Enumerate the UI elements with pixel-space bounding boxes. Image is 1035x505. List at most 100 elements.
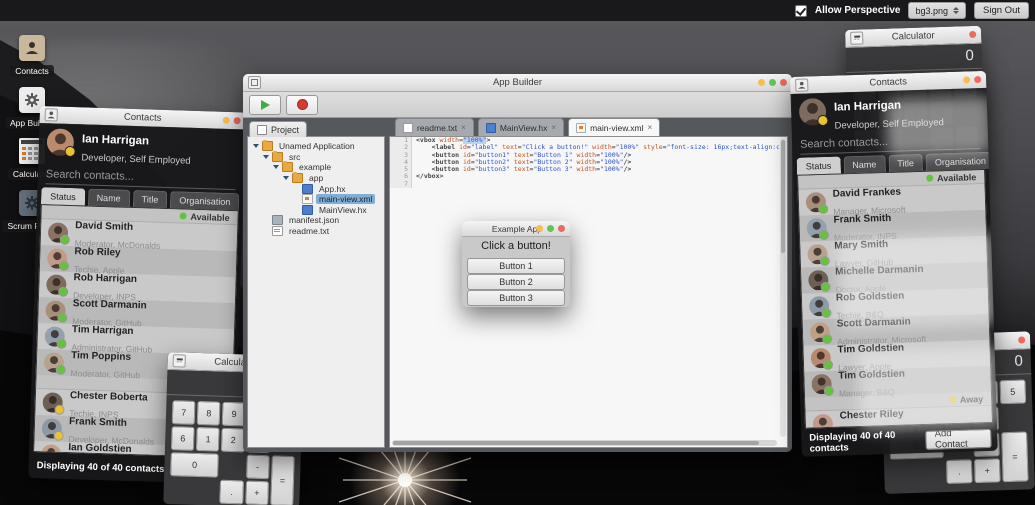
minimize-light-icon[interactable] [963,76,971,84]
tree-item-readme-txt[interactable]: readme.txt [248,226,384,237]
key-5[interactable]: 5 [999,379,1027,405]
key-7[interactable]: 7 [171,400,196,425]
key-dot[interactable]: . [945,459,973,484]
background-select[interactable]: bg3.png [908,2,967,19]
contacts-list[interactable]: Available David Frankes Manager, Microsoft… [797,168,993,429]
key-plus[interactable]: + [973,458,1001,484]
line-number: 6 [390,173,412,181]
contacts-window-right[interactable]: Contacts Ian Harrigan Developer, Self Em… [790,70,998,457]
tab-organisation[interactable]: Organisation [170,191,240,211]
stop-button[interactable] [286,94,318,115]
contact-status-dot [57,312,68,323]
allow-perspective-checkbox[interactable] [794,4,807,17]
tab-status[interactable]: Status [40,187,85,206]
key-equals[interactable]: = [1001,431,1029,483]
run-button[interactable] [249,94,281,115]
tree-item-mainview-hx[interactable]: MainView.hx [248,204,384,216]
close-light-icon[interactable] [969,30,977,39]
close-tab-icon[interactable]: × [647,123,652,132]
hx-file-icon [302,183,313,194]
project-tree-panel[interactable]: Unamed Application src example app App.hx mai… [247,136,385,448]
key-0[interactable]: 0 [170,452,220,478]
tree-item-app[interactable]: app [248,172,384,184]
code-line[interactable]: 7 [390,180,779,189]
maximize-light-icon[interactable] [769,79,776,86]
example-app-button-1[interactable]: Button 1 [467,258,565,274]
editor-tab-readme-txt[interactable]: readme.txt × [395,118,474,136]
code-line[interactable]: 6 </vbox> [390,173,779,181]
example-app-button-2[interactable]: Button 2 [467,274,565,290]
key-6[interactable]: 6 [170,426,195,451]
stop-icon [296,99,308,110]
maximize-light-icon[interactable] [547,225,554,232]
close-tab-icon[interactable]: × [461,123,466,132]
contact-name: Tim Harrigan [71,324,134,338]
tree-item-label: app [309,173,324,184]
add-contact-button[interactable]: Add Contact [925,428,992,451]
editor-tab-label: readme.txt [417,122,458,133]
person-icon [26,42,38,54]
key-equals[interactable]: = [270,455,295,505]
editor-tab-MainView-hx[interactable]: MainView.hx × [477,118,565,136]
app-builder-titlebar[interactable]: App Builder [243,74,792,92]
minimize-light-icon[interactable] [222,116,230,124]
minimize-light-icon[interactable] [758,79,765,86]
key-dot[interactable]: . [219,479,244,505]
expand-arrow-icon[interactable] [283,176,289,181]
code-line[interactable]: 5 <button id="button3" text="Button 3" w… [390,165,779,174]
project-tab-label: Project [271,124,300,135]
contact-status-dot [823,385,835,397]
key-8[interactable]: 8 [196,400,221,426]
tree-item-src[interactable]: src [248,150,384,163]
window-title: App Builder [492,77,543,88]
example-app-titlebar[interactable]: Example App [462,221,570,237]
close-light-icon[interactable] [780,79,787,86]
contact-name: Rob Harrigan [73,272,138,286]
contact-name: David Smith [75,220,134,233]
contact-status-dot [822,359,834,371]
code-editor[interactable]: 1 <vbox width="100%"> 2 <label id="label" … [389,136,788,448]
tab-organisation[interactable]: Organisation [925,151,996,171]
minimize-light-icon[interactable] [536,225,543,232]
tab-name[interactable]: Name [87,188,130,207]
tab-name[interactable]: Name [843,155,886,174]
tab-title[interactable]: Title [888,153,924,172]
expand-arrow-icon[interactable] [253,144,259,149]
contact-status-dot [59,234,70,245]
editor-horizontal-scrollbar[interactable] [392,440,777,446]
close-light-icon[interactable] [974,75,982,84]
search-input[interactable]: Search contacts... [45,160,237,191]
sign-out-button[interactable]: Sign Out [974,2,1029,19]
tree-item-unamed-application[interactable]: Unamed Application [248,140,384,152]
tree-item-main-view-xml[interactable]: main-view.xml [248,194,384,205]
key-2[interactable]: 2 [221,427,246,453]
expand-arrow-icon[interactable] [273,165,279,170]
contact-name: Rob Goldstien [835,290,905,304]
search-input[interactable]: Search contacts... [799,125,981,155]
example-app-button-3[interactable]: Button 3 [467,290,565,306]
xml-file-icon [576,122,587,133]
tree-item-manifest-json[interactable]: manifest.json [248,215,384,226]
example-app-window[interactable]: Example App Click a button! Button 1 Butt… [462,221,570,307]
key-plus[interactable]: + [244,480,269,505]
tree-item-example[interactable]: example [248,161,384,173]
close-tab-icon[interactable]: × [551,123,556,132]
project-tab[interactable]: Project [249,121,308,137]
tab-status[interactable]: Status [796,156,841,175]
tab-title[interactable]: Title [132,189,168,209]
key-1[interactable]: 1 [196,426,221,452]
editor-vertical-scrollbar[interactable] [780,139,786,437]
contact-status-dot [821,307,832,319]
key-minus[interactable]: - [245,454,270,480]
close-light-icon[interactable] [558,225,565,232]
tree-item-app-hx[interactable]: App.hx [248,183,384,194]
desktop-icon-contacts[interactable]: Contacts [5,35,59,77]
json-file-icon [272,215,283,226]
close-light-icon[interactable] [233,117,241,125]
editor-tab-main-view-xml[interactable]: main-view.xml × [568,118,661,136]
contact-name: Scott Darmanin [72,298,147,312]
close-light-icon[interactable] [1018,336,1026,344]
expand-arrow-icon[interactable] [263,154,269,159]
code-lines[interactable]: 1 <vbox width="100%"> 2 <label id="label" … [390,137,779,439]
